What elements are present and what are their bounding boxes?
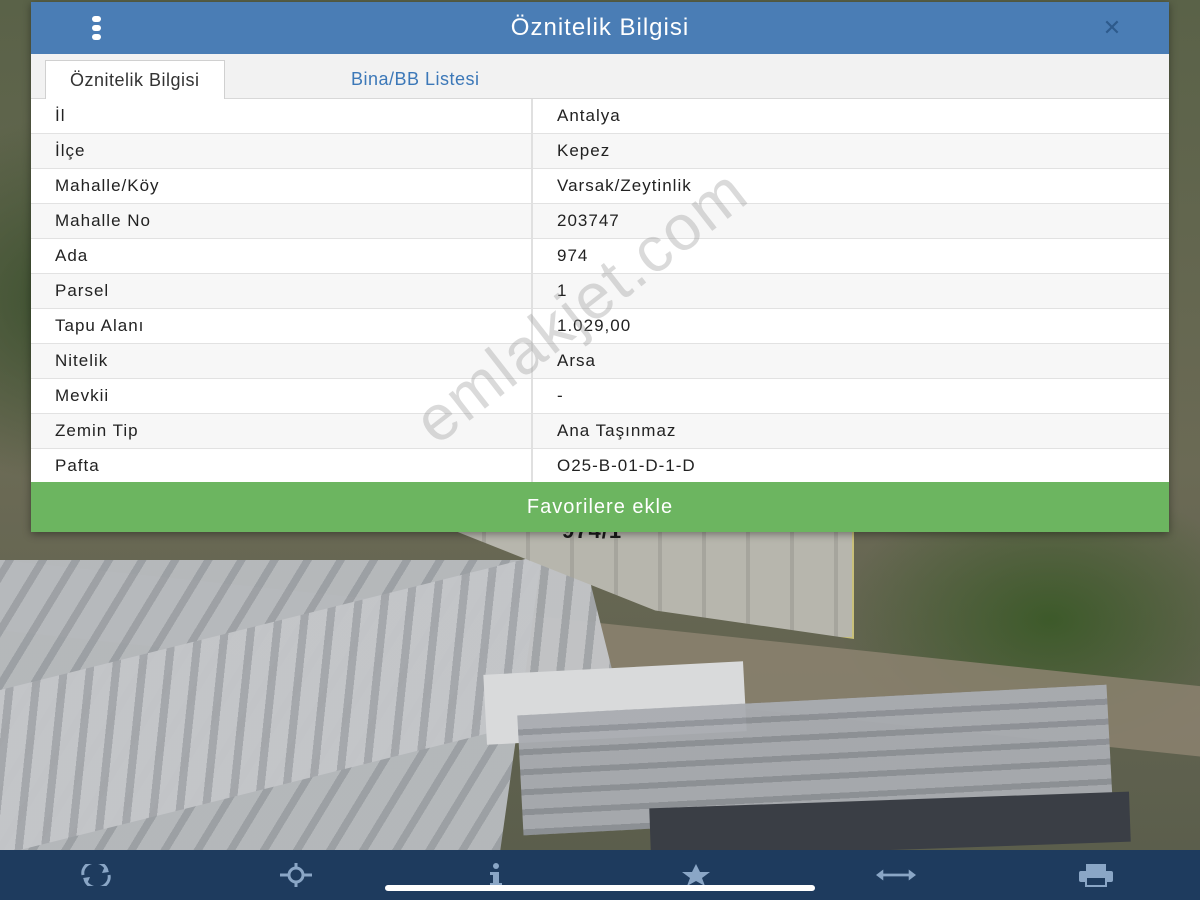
home-indicator[interactable] (385, 885, 815, 891)
attr-key: Ada (31, 238, 533, 274)
table-row: Zemin Tip Ana Taşınmaz (31, 413, 1169, 449)
table-row: Mahalle/Köy Varsak/Zeytinlik (31, 168, 1169, 204)
table-row: Tapu Alanı 1.029,00 (31, 308, 1169, 344)
attr-key: İlçe (31, 133, 533, 169)
attr-value: 203747 (532, 203, 1169, 239)
table-row: Pafta O25-B-01-D-1-D (31, 448, 1169, 484)
attr-key: Mevkii (31, 378, 533, 414)
attr-value: Antalya (532, 99, 1169, 134)
bottom-toolbar (0, 850, 1200, 900)
attr-value: Ana Taşınmaz (532, 413, 1169, 449)
menu-icon[interactable] (89, 16, 103, 40)
table-row: Mahalle No 203747 (31, 203, 1169, 239)
attr-key: İl (31, 99, 533, 134)
attr-value: - (532, 378, 1169, 414)
attr-key: Parsel (31, 273, 533, 309)
tab-attribute-info[interactable]: Öznitelik Bilgisi (45, 60, 225, 99)
dialog-title: Öznitelik Bilgisi (510, 14, 690, 41)
attr-value: Kepez (532, 133, 1169, 169)
attr-key: Mahalle/Köy (31, 168, 533, 204)
attribute-table: İl Antalya İlçe Kepez Mahalle/Köy Varsak/Ze… (31, 99, 1169, 484)
locate-icon[interactable] (276, 860, 316, 890)
attr-key: Mahalle No (31, 203, 533, 239)
attribute-dialog: Öznitelik Bilgisi ✕ Öznitelik Bilgisi Bi… (31, 2, 1169, 532)
table-row: Nitelik Arsa (31, 343, 1169, 379)
attr-value: 974 (532, 238, 1169, 274)
dialog-header: Öznitelik Bilgisi ✕ (31, 2, 1169, 54)
table-row: Ada 974 (31, 238, 1169, 274)
table-row: Mevkii - (31, 378, 1169, 414)
print-icon[interactable] (1076, 860, 1116, 890)
table-row: İlçe Kepez (31, 133, 1169, 169)
attr-value: 1.029,00 (532, 308, 1169, 344)
attr-key: Nitelik (31, 343, 533, 379)
attr-key: Pafta (31, 448, 533, 484)
table-row: İl Antalya (31, 99, 1169, 134)
attr-value: 1 (532, 273, 1169, 309)
table-row: Parsel 1 (31, 273, 1169, 309)
measure-icon[interactable] (876, 860, 916, 890)
add-favorite-button[interactable]: Favorilere ekle (31, 482, 1169, 532)
attr-value: O25-B-01-D-1-D (532, 448, 1169, 484)
attr-value: Arsa (532, 343, 1169, 379)
close-icon[interactable]: ✕ (1095, 17, 1129, 39)
refresh-icon[interactable] (76, 860, 116, 890)
tab-building-list[interactable]: Bina/BB Listesi (327, 60, 504, 98)
attr-key: Tapu Alanı (31, 308, 533, 344)
attr-key: Zemin Tip (31, 413, 533, 449)
attr-value: Varsak/Zeytinlik (532, 168, 1169, 204)
tab-bar: Öznitelik Bilgisi Bina/BB Listesi (31, 54, 1169, 99)
